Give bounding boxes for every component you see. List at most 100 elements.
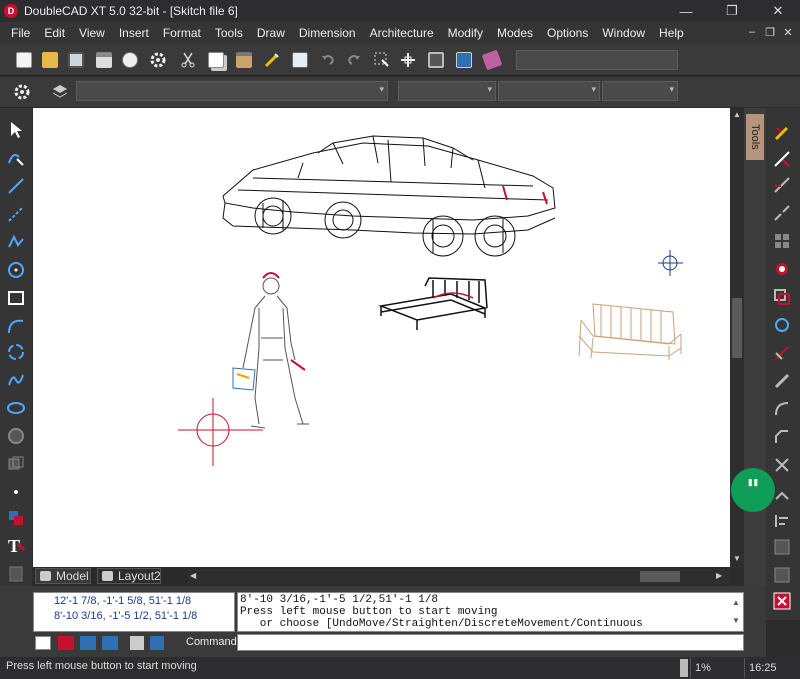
book-icon[interactable] xyxy=(480,48,504,72)
vertical-scroll-thumb[interactable] xyxy=(732,298,742,358)
new-file-icon[interactable] xyxy=(12,48,36,72)
menu-insert[interactable]: Insert xyxy=(112,22,156,44)
color-select[interactable]: ▾ xyxy=(398,81,496,101)
point-tool-icon[interactable] xyxy=(4,480,28,504)
break-icon[interactable] xyxy=(771,202,793,224)
tab-layout2[interactable]: Layout2 xyxy=(97,568,161,584)
menu-edit[interactable]: Edit xyxy=(37,22,72,44)
drawing-canvas[interactable] xyxy=(33,108,730,567)
chamfer-icon[interactable] xyxy=(771,426,793,448)
open-folder-icon[interactable] xyxy=(38,48,62,72)
history-entry[interactable]: 8'-10 3/16, -1'-5 1/2, 51'-1 1/8 xyxy=(54,610,197,622)
menu-dimension[interactable]: Dimension xyxy=(292,22,363,44)
menu-modes[interactable]: Modes xyxy=(490,22,540,44)
command-input[interactable] xyxy=(237,634,744,651)
menu-modify[interactable]: Modify xyxy=(441,22,490,44)
close-button[interactable]: ✕ xyxy=(758,0,798,22)
print-preview-icon[interactable] xyxy=(118,48,142,72)
scroll-right-icon[interactable]: ▶ xyxy=(716,571,726,582)
command-option-3-icon[interactable] xyxy=(80,636,96,650)
circle-tool-icon[interactable] xyxy=(4,258,28,282)
settings-gear-icon[interactable] xyxy=(146,48,170,72)
mirror-icon[interactable] xyxy=(771,258,793,280)
menu-view[interactable]: View xyxy=(72,22,112,44)
hatch-tool-icon[interactable] xyxy=(4,424,28,448)
align-icon[interactable] xyxy=(771,510,793,532)
undo-icon[interactable] xyxy=(316,48,340,72)
maximize-button[interactable]: ❐ xyxy=(712,0,752,22)
drawing-explorer-icon[interactable] xyxy=(288,48,312,72)
minimize-button[interactable]: — xyxy=(666,0,706,22)
calculator-icon[interactable] xyxy=(452,48,476,72)
tab-model[interactable]: Model xyxy=(35,568,91,584)
command-option-6-icon[interactable] xyxy=(150,636,164,650)
explode-icon[interactable] xyxy=(771,454,793,476)
text-tool-icon[interactable]: T xyxy=(4,534,28,558)
spline-tool-icon[interactable] xyxy=(4,368,28,392)
delete-icon[interactable] xyxy=(771,590,793,612)
pointer-arrow-icon[interactable] xyxy=(4,118,28,142)
linetype-select[interactable]: ▾ xyxy=(498,81,600,101)
polyline-tool-icon[interactable] xyxy=(4,230,28,254)
scroll-up-icon[interactable]: ▲ xyxy=(732,110,742,120)
insert-image-icon[interactable] xyxy=(4,506,28,530)
match-properties-icon[interactable] xyxy=(260,48,284,72)
view-icon[interactable] xyxy=(424,48,448,72)
menu-help[interactable]: Help xyxy=(652,22,691,44)
tools-tab[interactable]: Tools xyxy=(746,114,764,160)
curve-tool-icon[interactable] xyxy=(4,314,28,338)
menu-window[interactable]: Window xyxy=(595,22,652,44)
cut-icon[interactable] xyxy=(176,48,200,72)
stretch-icon[interactable] xyxy=(771,370,793,392)
mdi-restore-button[interactable]: ❐ xyxy=(762,24,778,40)
move-icon[interactable] xyxy=(396,48,420,72)
note-tool-icon[interactable] xyxy=(4,562,28,586)
save-icon[interactable] xyxy=(64,48,88,72)
command-option-5-icon[interactable] xyxy=(130,636,144,650)
paste-icon[interactable] xyxy=(232,48,256,72)
properties-gear-icon[interactable] xyxy=(10,80,34,104)
menu-tools[interactable]: Tools xyxy=(208,22,250,44)
edit-tool-icon[interactable] xyxy=(4,146,28,170)
scale-icon[interactable] xyxy=(771,342,793,364)
offset-icon[interactable] xyxy=(771,286,793,308)
trim-icon[interactable] xyxy=(771,148,793,170)
rectangle-tool-icon[interactable] xyxy=(4,286,28,310)
scroll-down-icon[interactable]: ▼ xyxy=(732,554,742,564)
hangouts-quote-icon[interactable]: " xyxy=(731,468,775,512)
menu-format[interactable]: Format xyxy=(156,22,208,44)
ellipse-tool-icon[interactable] xyxy=(4,396,28,420)
layers-icon[interactable] xyxy=(48,80,72,104)
scroll-left-icon[interactable]: ◀ xyxy=(190,571,200,582)
block-tool-icon[interactable] xyxy=(4,452,28,476)
rotate-icon[interactable] xyxy=(771,314,793,336)
lineweight-select[interactable]: ▾ xyxy=(602,81,678,101)
zoom-level[interactable]: 1% xyxy=(690,658,742,678)
horizontal-scroll-thumb[interactable] xyxy=(640,571,680,582)
redo-icon[interactable] xyxy=(342,48,366,72)
history-entry[interactable]: 12'-1 7/8, -1'-1 5/8, 51'-1 1/8 xyxy=(54,595,191,607)
mdi-minimize-button[interactable]: – xyxy=(744,24,760,40)
menu-draw[interactable]: Draw xyxy=(250,22,292,44)
toolbar-search-field[interactable] xyxy=(516,50,678,70)
command-option-4-icon[interactable] xyxy=(102,636,118,650)
coordinate-history-list[interactable]: 12'-1 7/8, -1'-1 5/8, 51'-1 1/8 8'-10 3/… xyxy=(33,592,235,632)
mdi-close-button[interactable]: ✕ xyxy=(780,24,796,40)
select-icon[interactable] xyxy=(370,48,394,72)
properties-icon[interactable] xyxy=(771,564,793,586)
line-tool-icon[interactable] xyxy=(4,174,28,198)
pencil-edit-icon[interactable] xyxy=(771,122,793,144)
menu-file[interactable]: File xyxy=(4,22,37,44)
menu-architecture[interactable]: Architecture xyxy=(363,22,441,44)
menu-options[interactable]: Options xyxy=(540,22,595,44)
print-icon[interactable] xyxy=(92,48,116,72)
layer-select[interactable]: ▾ xyxy=(76,81,388,101)
output-scroll-arrows-icon[interactable]: ▲ ▼ xyxy=(730,594,742,630)
horizontal-scrollbar[interactable]: ◀ ▶ xyxy=(188,569,730,584)
fillet-icon[interactable] xyxy=(771,398,793,420)
arc-tool-icon[interactable] xyxy=(4,340,28,364)
array-icon[interactable] xyxy=(771,230,793,252)
command-option-1-icon[interactable] xyxy=(35,636,51,650)
extend-icon[interactable] xyxy=(771,174,793,196)
copy-icon[interactable] xyxy=(204,48,228,72)
